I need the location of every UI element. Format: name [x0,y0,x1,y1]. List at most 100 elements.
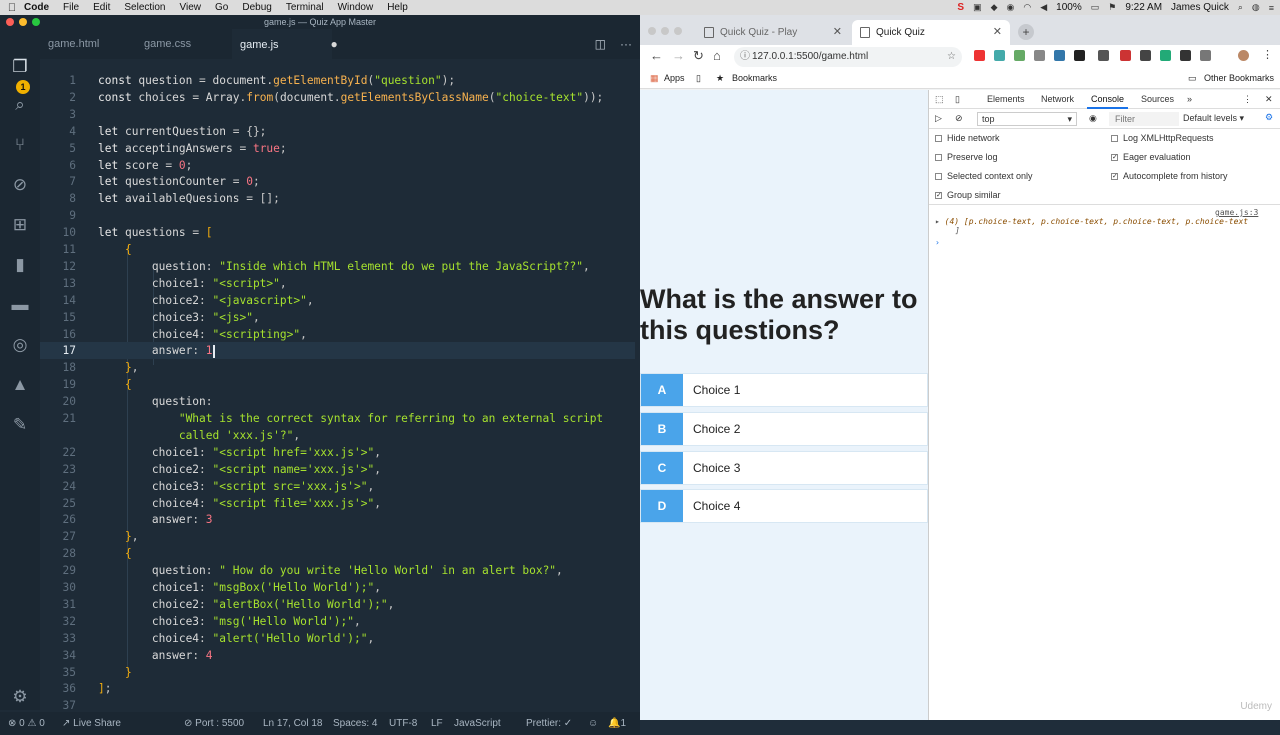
search-icon[interactable]: ⌕ [1238,2,1243,13]
extension-icon[interactable] [1098,50,1109,61]
checkbox[interactable] [1111,135,1118,143]
close-window-button[interactable] [6,18,14,26]
console-prompt-icon[interactable]: › [935,238,940,247]
choice-container-d[interactable]: D Choice 4 [640,489,928,523]
checkbox-checked[interactable]: ✓ [1111,154,1118,162]
tab-console[interactable]: Console [1086,94,1129,109]
line-number[interactable]: 35 [40,664,76,681]
line-number[interactable]: 24 [40,478,76,495]
menu-file[interactable]: File [63,2,79,13]
bookmark-icon[interactable]: ▮ [10,255,30,275]
user-name[interactable]: James Quick [1171,2,1229,13]
search-icon[interactable]: ⌕ [10,95,30,115]
tab-network[interactable]: Network [1041,94,1074,104]
siri-icon[interactable]: ◍ [1252,2,1260,13]
tab-game-css[interactable]: game.css [136,29,232,59]
reload-icon[interactable]: ↻ [693,48,704,64]
line-number[interactable]: 11 [40,241,76,258]
info-icon[interactable]: ⓘ [740,47,750,67]
new-tab-button[interactable]: + [1018,24,1034,40]
extension-icon[interactable] [1180,50,1191,61]
line-number[interactable]: 17 [40,342,76,359]
profile-avatar-icon[interactable] [1238,50,1249,61]
explorer-icon[interactable]: ❐ [10,57,30,77]
line-number[interactable]: 27 [40,528,76,545]
extension-icon[interactable] [994,50,1005,61]
line-number[interactable]: 32 [40,613,76,630]
folder-icon[interactable]: ▬ [10,295,30,315]
code-editor[interactable]: 1 const question = document.getElementByI… [40,59,640,712]
extension-icon[interactable] [1054,50,1065,61]
device-toolbar-icon[interactable]: ▯ [955,94,960,105]
battery-percent[interactable]: 100% [1056,2,1082,13]
code-line[interactable]: 26 answer: 3 [40,511,635,528]
debug-icon[interactable]: ⊘ [10,175,30,195]
code-line[interactable]: 35 } [40,664,635,681]
gitlens-icon[interactable]: ◎ [10,335,30,355]
checkbox[interactable] [935,173,942,181]
line-number[interactable]: 30 [40,579,76,596]
log-source-link[interactable]: game.js:3 [1215,208,1258,217]
option-autocomplete[interactable]: ✓ Autocomplete from history [1111,171,1228,181]
code-line[interactable]: 6 let score = 0; [40,157,635,174]
line-number[interactable]: 4 [40,123,76,140]
choice-container-a[interactable]: A Choice 1 [640,373,928,407]
code-line[interactable]: called 'xxx.js'?", [40,427,635,444]
option-preserve-log[interactable]: Preserve log [935,152,998,162]
browser-tab-play[interactable]: Quick Quiz - Play ✕ [696,20,850,45]
line-number[interactable]: 1 [40,72,76,89]
extension-icon[interactable] [1074,50,1085,61]
line-number[interactable]: 14 [40,292,76,309]
line-number[interactable]: 5 [40,140,76,157]
status-icon[interactable]: ◉ [1007,2,1015,13]
choice-container-b[interactable]: B Choice 2 [640,412,928,446]
code-line[interactable]: 29 question: " How do you write 'Hello W… [40,562,635,579]
more-actions-icon[interactable]: ··· [620,37,632,51]
back-icon[interactable]: ← [650,48,663,63]
bookmark-bookmarks[interactable]: Bookmarks [732,73,777,83]
line-number[interactable]: 9 [40,207,76,224]
menu-selection[interactable]: Selection [124,2,165,13]
inspect-element-icon[interactable]: ⬚ [935,94,944,105]
status-icon[interactable]: ◆ [991,2,998,13]
app-name[interactable]: Code [24,2,49,13]
unsaved-dot-icon[interactable]: ● [331,37,338,51]
code-line[interactable]: 21 "What is the correct syntax for refer… [40,410,635,427]
code-line[interactable]: 22 choice1: "<script href='xxx.js'>", [40,444,635,461]
code-line[interactable]: 13 choice1: "<script>", [40,275,635,292]
apple-icon[interactable]:  [0,2,24,14]
line-number[interactable]: 22 [40,444,76,461]
line-number[interactable]: 10 [40,224,76,241]
settings-gear-icon[interactable]: ⚙ [10,687,30,707]
bookmark-apps[interactable]: Apps [664,73,685,83]
code-line[interactable]: 1 const question = document.getElementByI… [40,72,635,89]
line-number[interactable]: 25 [40,495,76,512]
line-number[interactable]: 21 [40,410,76,427]
extension-icon[interactable] [1014,50,1025,61]
more-tabs-icon[interactable]: » [1187,94,1192,104]
close-tab-icon[interactable]: ✕ [993,20,1002,45]
line-number[interactable]: 8 [40,190,76,207]
console-settings-icon[interactable]: ⚙ [1265,112,1273,123]
azure-icon[interactable]: ▲ [10,375,30,395]
checkbox[interactable] [935,135,942,143]
code-line[interactable]: 3 [40,106,635,123]
menu-debug[interactable]: Debug [242,2,271,13]
extension-icon[interactable] [1034,50,1045,61]
wifi-icon[interactable]: ◠ [1023,2,1031,13]
code-line[interactable]: 7 let questionCounter = 0; [40,173,635,190]
close-window-button[interactable] [648,27,656,35]
console-log-entry[interactable]: ▸ (4) [p.choice-text, p.choice-text, p.c… [935,217,1248,226]
option-group-similar[interactable]: ✓ Group similar [935,190,1001,200]
code-line[interactable]: 4 let currentQuestion = {}; [40,123,635,140]
line-number[interactable]: 28 [40,545,76,562]
line-number[interactable]: 16 [40,326,76,343]
close-tab-icon[interactable]: ✕ [833,20,842,45]
code-line[interactable]: 20 question: [40,393,635,410]
address-bar[interactable]: ⓘ 127.0.0.1:5500/game.html ☆ [734,47,962,67]
line-number[interactable]: 20 [40,393,76,410]
code-line[interactable]: 32 choice3: "msg('Hello World');", [40,613,635,630]
filter-input[interactable] [1109,112,1179,126]
tab-elements[interactable]: Elements [987,94,1025,104]
code-line[interactable]: 14 choice2: "<javascript>", [40,292,635,309]
